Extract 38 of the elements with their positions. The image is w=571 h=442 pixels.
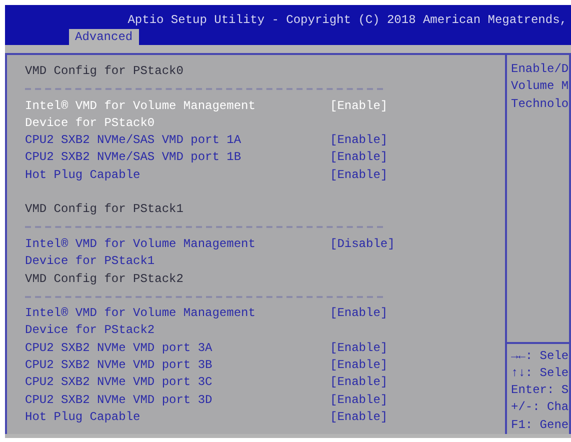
setting-label[interactable]: CPU2 SXB2 NVMe VMD port 3A — [25, 340, 330, 358]
tab[interactable]: Advanced — [69, 29, 139, 45]
setting-value[interactable]: [Enable] — [330, 340, 388, 358]
setting-label[interactable]: Device for PStack1 — [25, 254, 155, 268]
key-hint: →←: Sele — [511, 348, 569, 363]
setting-label[interactable]: CPU2 SXB2 NVMe VMD port 3D — [25, 392, 330, 409]
setting-label[interactable]: Intel® VMD for Volume Management — [25, 305, 330, 322]
setting-label[interactable]: Hot Plug Capable — [25, 408, 330, 426]
setting-value[interactable]: [Enable] — [330, 98, 388, 115]
setting-value[interactable]: [Enable] — [330, 357, 388, 374]
setting-label[interactable]: CPU2 SXB2 NVMe/SAS VMD port 1A — [25, 132, 330, 150]
key-hint: ↑↓: Sele — [511, 366, 569, 380]
setting-label[interactable]: Hot Plug Capable — [25, 166, 330, 184]
setting-value[interactable]: [Enable] — [330, 392, 388, 409]
setting-value[interactable]: [Enable] — [330, 149, 388, 167]
setting-label[interactable]: Device for PStack0 — [25, 116, 155, 130]
setting-value[interactable]: [Enable] — [330, 374, 388, 392]
key-hint: Enter: S — [511, 383, 569, 398]
help-text: Volume M — [511, 79, 569, 94]
key-hint: +/-: Cha — [511, 400, 569, 414]
section-heading: VMD Config for PStack2 — [25, 272, 184, 286]
setting-value[interactable]: [Enable] — [330, 408, 388, 426]
setting-value[interactable]: [Disable] — [330, 236, 395, 254]
setting-value[interactable]: [Enable] — [330, 166, 388, 184]
setting-label[interactable]: Intel® VMD for Volume Management — [25, 98, 330, 115]
section-heading: VMD Config for PStack1 — [25, 202, 184, 216]
setting-value[interactable]: [Enable] — [330, 305, 388, 322]
key-hint: F1: Gene — [511, 418, 569, 432]
setting-label[interactable]: Device for PStack2 — [25, 323, 155, 338]
setting-label[interactable]: CPU2 SXB2 NVMe VMD port 3C — [25, 374, 330, 392]
help-text: Technolo — [511, 96, 569, 111]
setting-value[interactable]: [Enable] — [330, 132, 388, 150]
section-heading: VMD Config for PStack0 — [25, 64, 184, 78]
window-title: Aptio Setup Utility - Copyright (C) 2018 American Megatrends, — [128, 12, 567, 29]
help-text: Enable/D — [511, 62, 569, 76]
setting-label[interactable]: CPU2 SXB2 NVMe VMD port 3B — [25, 357, 330, 374]
setting-label[interactable]: Intel® VMD for Volume Management — [25, 236, 330, 254]
setting-label[interactable]: CPU2 SXB2 NVMe/SAS VMD port 1B — [25, 149, 330, 167]
